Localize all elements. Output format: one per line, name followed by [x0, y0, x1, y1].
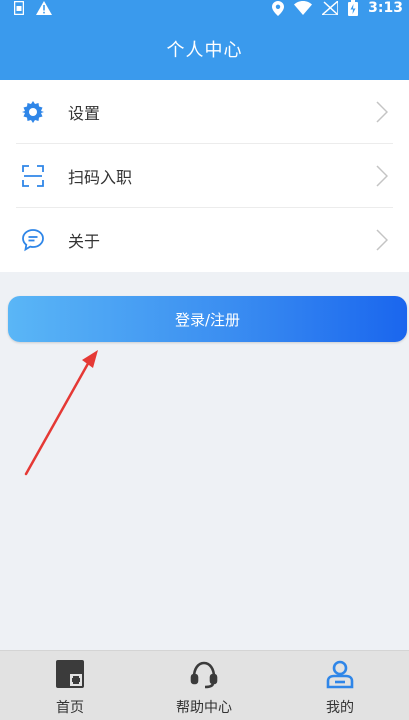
scan-icon [20, 163, 46, 189]
bottom-nav: 首页 帮助中心 我的 [0, 650, 409, 720]
menu-item-about[interactable]: 关于 [0, 208, 409, 272]
nav-label: 帮助中心 [176, 700, 232, 716]
home-grid-icon [53, 657, 87, 691]
page-title: 个人中心 [166, 40, 243, 61]
no-signal-icon [322, 1, 339, 15]
chevron-right-icon [375, 227, 389, 253]
status-bar: 3:13 [0, 0, 409, 20]
menu-list: 设置 扫码入职 关于 [0, 80, 409, 272]
nav-item-mine[interactable]: 我的 [272, 651, 408, 720]
chevron-right-icon [375, 99, 389, 125]
warning-icon [36, 1, 52, 15]
status-time: 3:13 [368, 0, 403, 16]
chevron-right-icon [375, 163, 389, 189]
battery-charging-icon [348, 0, 359, 16]
headset-icon [187, 657, 221, 691]
wifi-icon [294, 1, 313, 15]
gear-icon [20, 99, 46, 125]
chat-bubble-icon [20, 227, 46, 253]
nav-label: 我的 [326, 700, 354, 716]
menu-item-scan-onboarding[interactable]: 扫码入职 [0, 144, 409, 208]
header-bar: 3:13 个人中心 [0, 0, 409, 80]
nav-item-home[interactable]: 首页 [2, 651, 138, 720]
menu-item-label: 扫码入职 [68, 168, 133, 187]
login-register-button[interactable]: 登录/注册 [8, 296, 407, 342]
location-icon [272, 0, 285, 16]
menu-item-label: 关于 [68, 232, 101, 251]
menu-item-settings[interactable]: 设置 [0, 80, 409, 144]
menu-item-label: 设置 [68, 104, 101, 123]
nav-item-help-center[interactable]: 帮助中心 [136, 651, 272, 720]
sim-icon [14, 1, 24, 15]
user-icon [323, 657, 357, 691]
nav-label: 首页 [56, 700, 84, 716]
